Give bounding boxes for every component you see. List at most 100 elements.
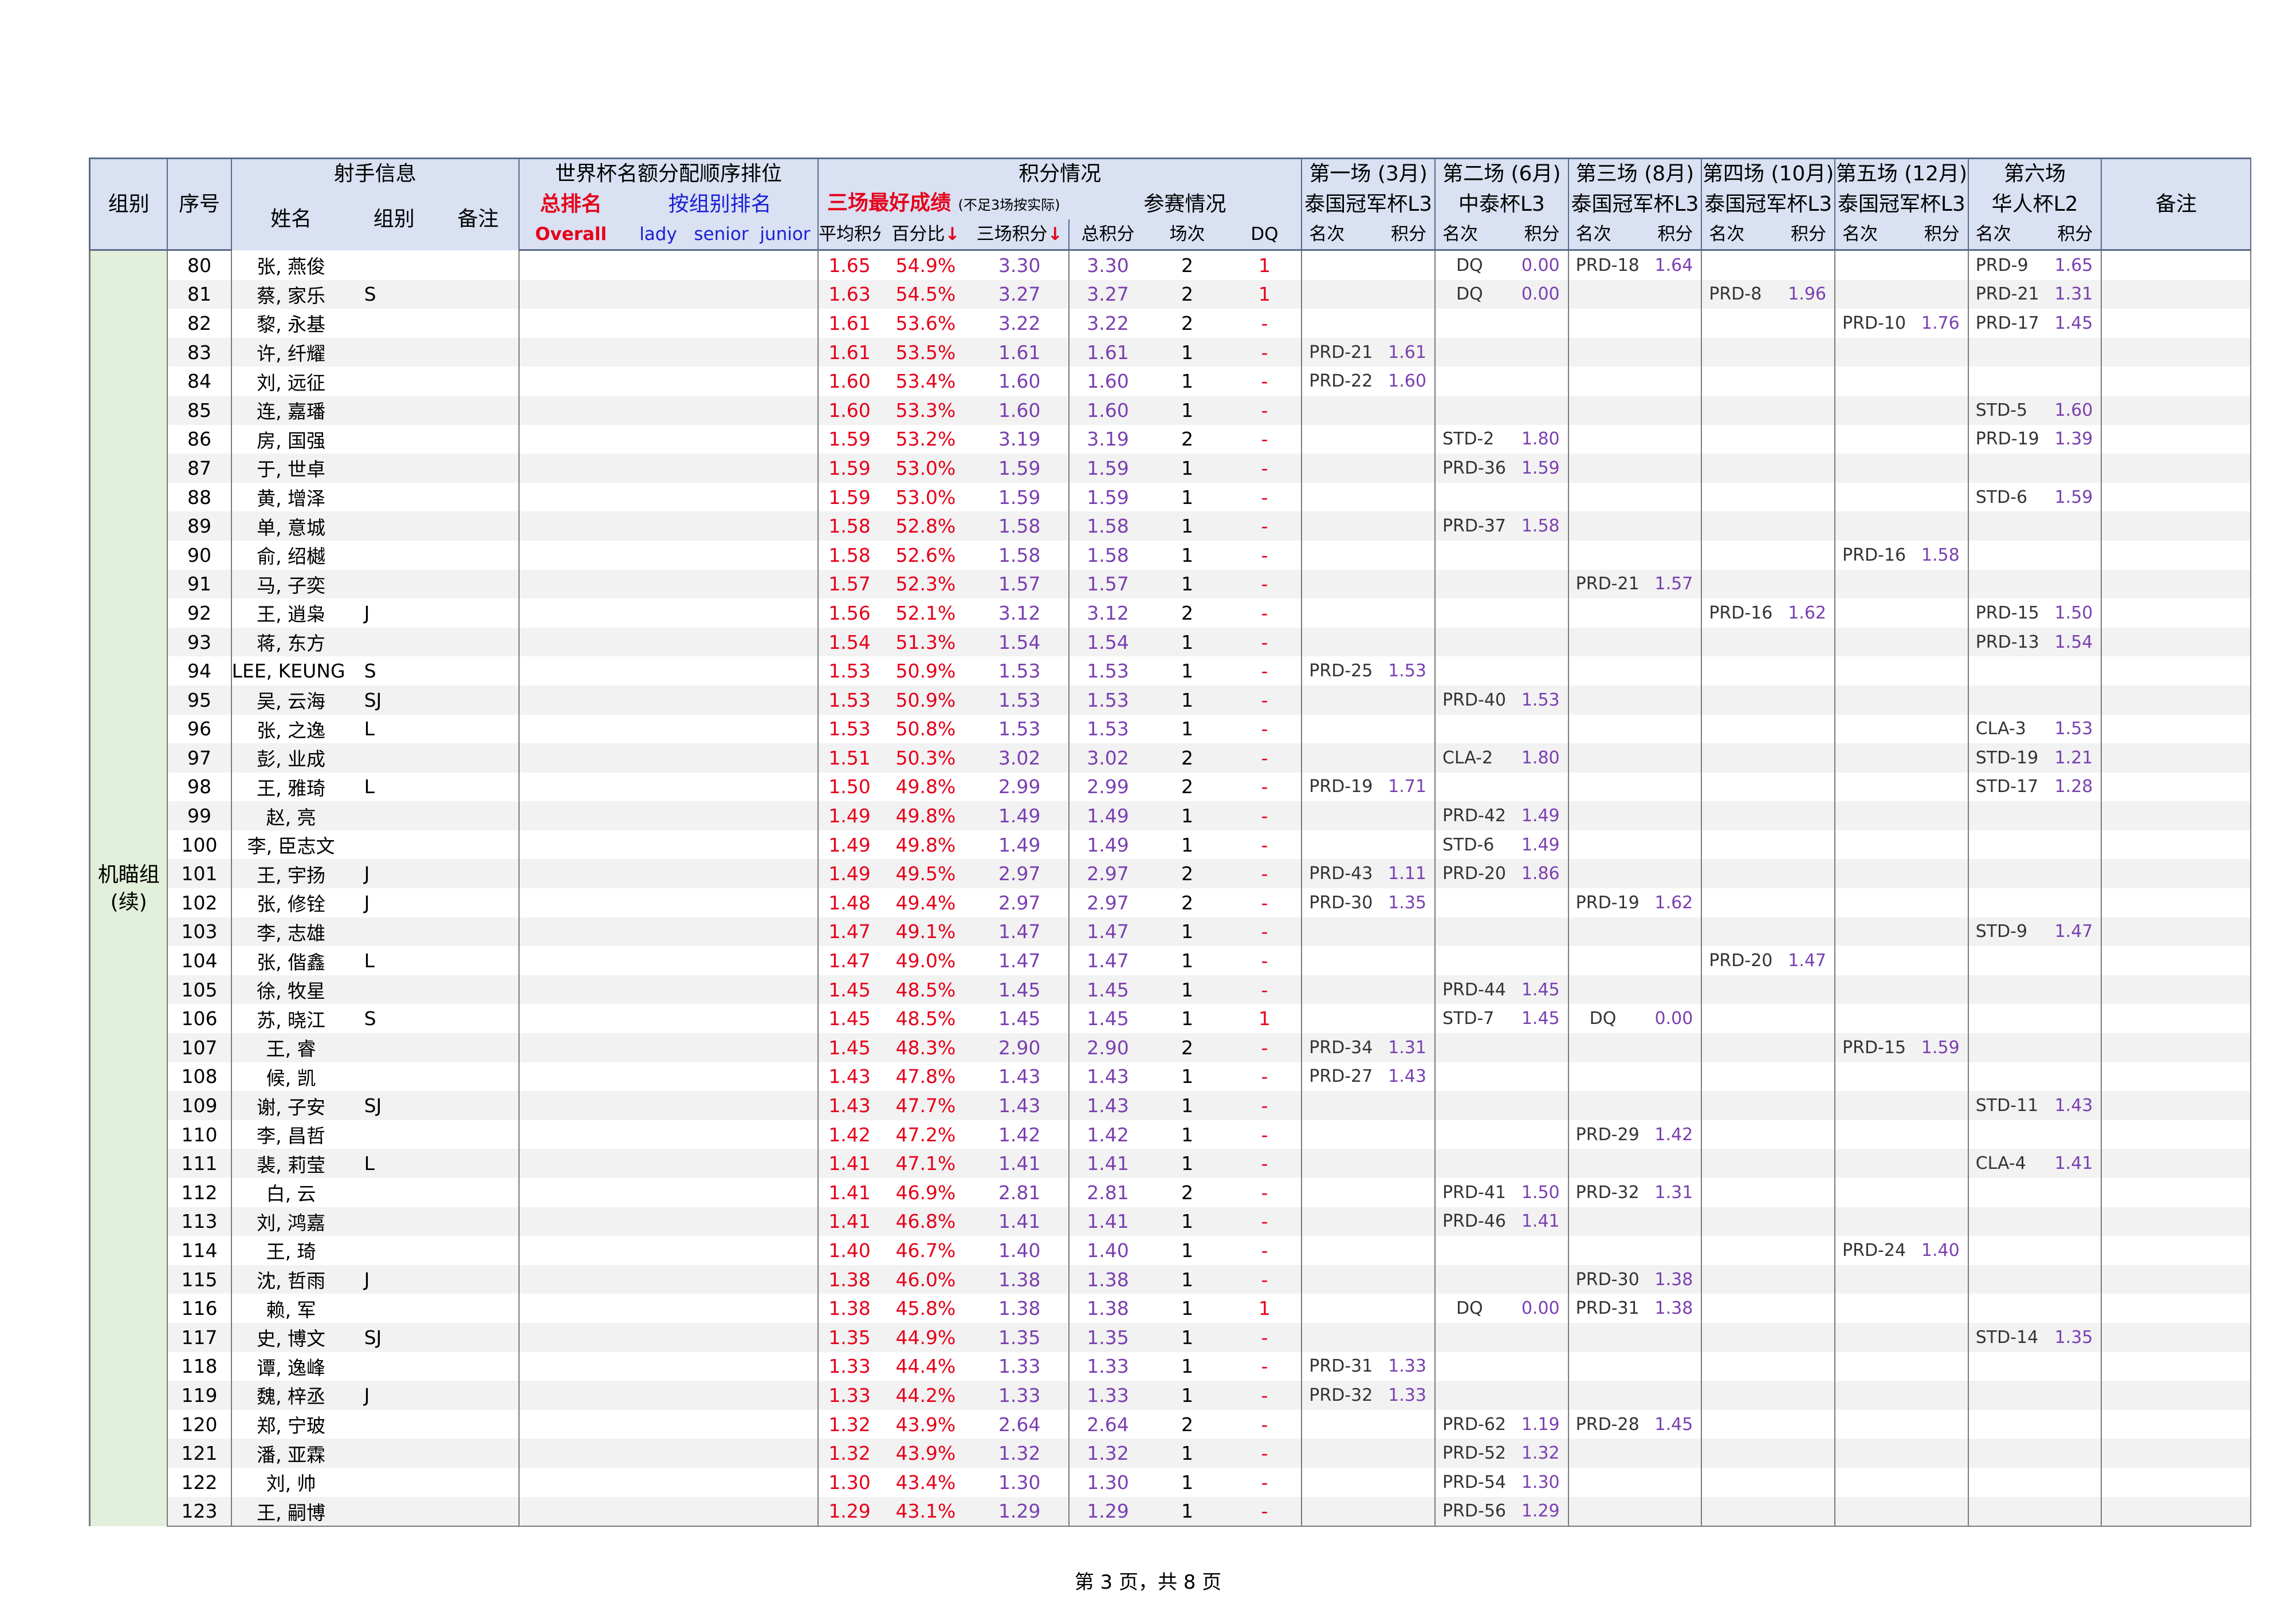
row-name: 白, 云 [266, 1183, 316, 1206]
row-event-4 [1701, 1062, 1836, 1092]
row-three: 1.30 [970, 1467, 1070, 1497]
event-rank: PRD-32 [1575, 1182, 1640, 1203]
row-avg: 1.65 [828, 254, 871, 277]
row-category [350, 1496, 438, 1527]
row-event-1 [1302, 1264, 1436, 1294]
row-event-2 [1434, 569, 1569, 599]
row-event-4 [1701, 1120, 1836, 1149]
table-row: 96 张, 之逸 L 1.53 50.8% 1.53 1.53 1 - CLA-3 1.53 [90, 714, 2251, 744]
event-points: 1.47 [2054, 921, 2093, 942]
row-remark [2101, 975, 2251, 1004]
table-row: 85 连, 嘉璠 1.60 53.3% 1.60 1.60 1- STD-5 1.60 [90, 395, 2251, 425]
row-three: 1.38 [970, 1294, 1070, 1323]
row-three: 1.53 [970, 656, 1070, 686]
row-event-4 [1701, 1294, 1836, 1323]
row-event-6 [1968, 975, 2102, 1004]
row-overall [519, 367, 622, 396]
row-by-group [622, 1149, 819, 1178]
header-seq: 序号 [167, 157, 232, 251]
row-count: 1 [1181, 660, 1193, 683]
row-event-4 [1701, 656, 1836, 686]
event-points: 1.59 [1921, 1037, 1960, 1058]
event-rank: PRD-27 [1309, 1066, 1373, 1087]
event-points: 0.00 [1654, 1009, 1693, 1029]
row-event-5 [1835, 975, 1969, 1004]
row-category [351, 1468, 438, 1497]
event-points: 0.00 [1521, 255, 1560, 275]
header-score-title: 积分情况 [818, 157, 1303, 189]
row-dq: - [1228, 801, 1303, 830]
row-remark [2101, 1439, 2251, 1468]
row-remark [2101, 1236, 2251, 1265]
row-category [350, 511, 438, 541]
row-count: 1 [1146, 917, 1228, 947]
row-name: 房, 国强 [257, 429, 326, 452]
row-seq: 89 [167, 511, 232, 541]
row-count: 1 [1181, 950, 1193, 972]
row-seq: 115 [167, 1264, 232, 1294]
row-remark [2101, 424, 2251, 454]
row-three: 3.02 [970, 743, 1070, 773]
row-avg: 1.61 [828, 312, 871, 334]
row-event-6 [1968, 656, 2102, 686]
row-event-6 [1968, 454, 2102, 483]
row-event-6: STD-5 1.60 [1968, 395, 2102, 425]
row-total: 1.54 [1068, 627, 1147, 657]
event-points: 1.19 [1521, 1414, 1560, 1435]
row-category: J [350, 1264, 438, 1294]
row-remark [2101, 367, 2251, 396]
row-name: 李, 志雄 [231, 917, 351, 947]
row-event-4 [1701, 743, 1836, 773]
row-event-4 [1701, 1149, 1836, 1178]
row-event-4 [1701, 801, 1836, 830]
row-event-6 [1968, 1236, 2102, 1265]
row-event-5 [1835, 685, 1969, 715]
row-event-3 [1568, 454, 1703, 483]
table-row: 112 白, 云 1.41 46.9% 2.81 2.81 2- PRD-41 1.50 PRD-… [90, 1178, 2251, 1207]
row-overall [519, 598, 622, 628]
event-points: 1.53 [1521, 690, 1560, 710]
row-event-3 [1568, 1033, 1703, 1062]
event-points: 1.33 [1388, 1385, 1426, 1405]
event-points: 1.45 [2054, 313, 2093, 333]
row-three: 1.33 [970, 1352, 1070, 1381]
row-event-1 [1302, 454, 1436, 483]
row-name: 赖, 军 [266, 1298, 316, 1321]
row-remark [2101, 1033, 2251, 1062]
row-avg: 1.33 [828, 1355, 871, 1378]
row-name: 蒋, 东方 [231, 627, 351, 657]
row-remark-small [437, 917, 520, 947]
event-points: 1.45 [1521, 979, 1560, 1000]
row-event-2: PRD-40 1.53 [1434, 685, 1569, 715]
row-event-1 [1302, 801, 1436, 830]
event-points: 1.59 [1521, 458, 1560, 478]
row-total: 2.64 [1087, 1413, 1129, 1436]
row-by-group [622, 1439, 819, 1468]
row-event-4 [1701, 1322, 1836, 1352]
row-seq: 85 [167, 395, 232, 425]
row-category [351, 1062, 438, 1092]
row-total: 3.19 [1087, 428, 1129, 451]
row-remark [2101, 1004, 2251, 1034]
table-row: 122 刘, 帅 1.30 43.4% 1.30 1.30 1 - PRD-54 1.30 [90, 1467, 2251, 1497]
table-row: 101 王, 宇扬 J 1.49 49.5% 2.97 2.97 2- PRD-43 1.11 PR… [90, 859, 2251, 889]
row-by-group [622, 888, 819, 917]
row-event-5 [1835, 1409, 1969, 1439]
row-three: 1.57 [970, 569, 1070, 599]
event-points: 1.28 [2054, 777, 2093, 797]
row-name: 俞, 绍樾 [257, 545, 326, 568]
event-points: 1.40 [1921, 1240, 1960, 1260]
table-row: 110 李, 昌哲 1.42 47.2% 1.42 1.42 1 - PRD-29 1.42 [90, 1120, 2251, 1149]
row-event-2 [1434, 1264, 1569, 1294]
row-event-2: PRD-52 1.32 [1434, 1439, 1569, 1468]
row-avg: 1.63 [818, 279, 881, 309]
event-rank: STD-5 [1975, 400, 2028, 420]
row-event-6: STD-17 1.28 [1968, 772, 2102, 802]
row-remark [2101, 309, 2251, 338]
row-remark [2101, 598, 2251, 628]
row-event-3 [1568, 1091, 1703, 1120]
row-count: 1 [1146, 1091, 1228, 1120]
row-three: 2.97 [970, 859, 1070, 889]
row-avg: 1.49 [828, 833, 871, 856]
row-name: 刘, 鸿嘉 [231, 1207, 351, 1236]
